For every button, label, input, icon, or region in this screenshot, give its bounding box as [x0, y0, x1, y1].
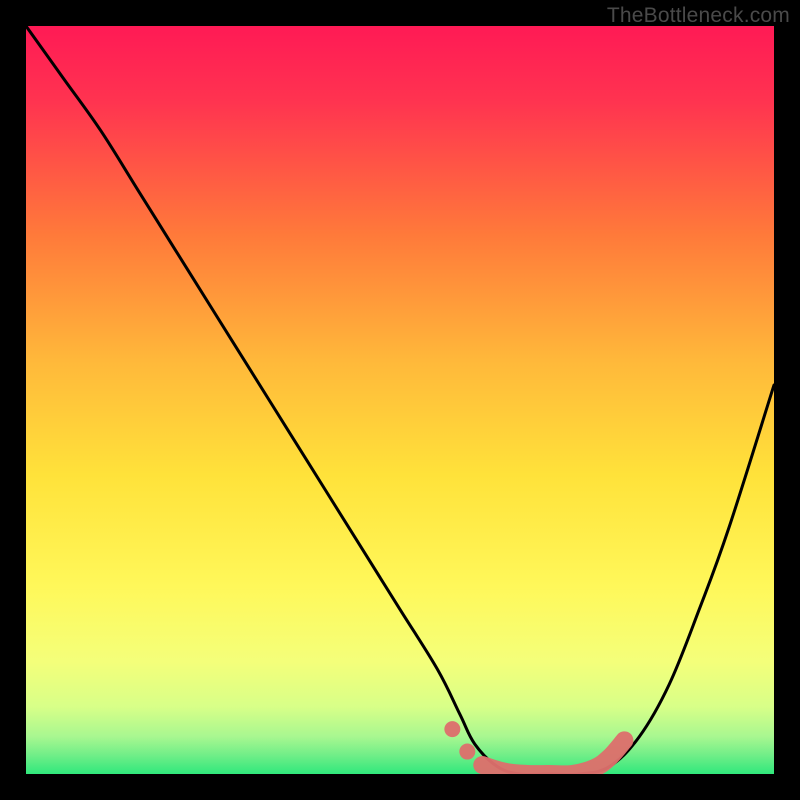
- gradient-background: [26, 26, 774, 774]
- watermark-text: TheBottleneck.com: [607, 4, 790, 28]
- highlight-dot-1: [444, 721, 460, 737]
- chart-frame: [26, 26, 774, 774]
- highlight-dot-2: [459, 744, 475, 760]
- bottleneck-chart: [26, 26, 774, 774]
